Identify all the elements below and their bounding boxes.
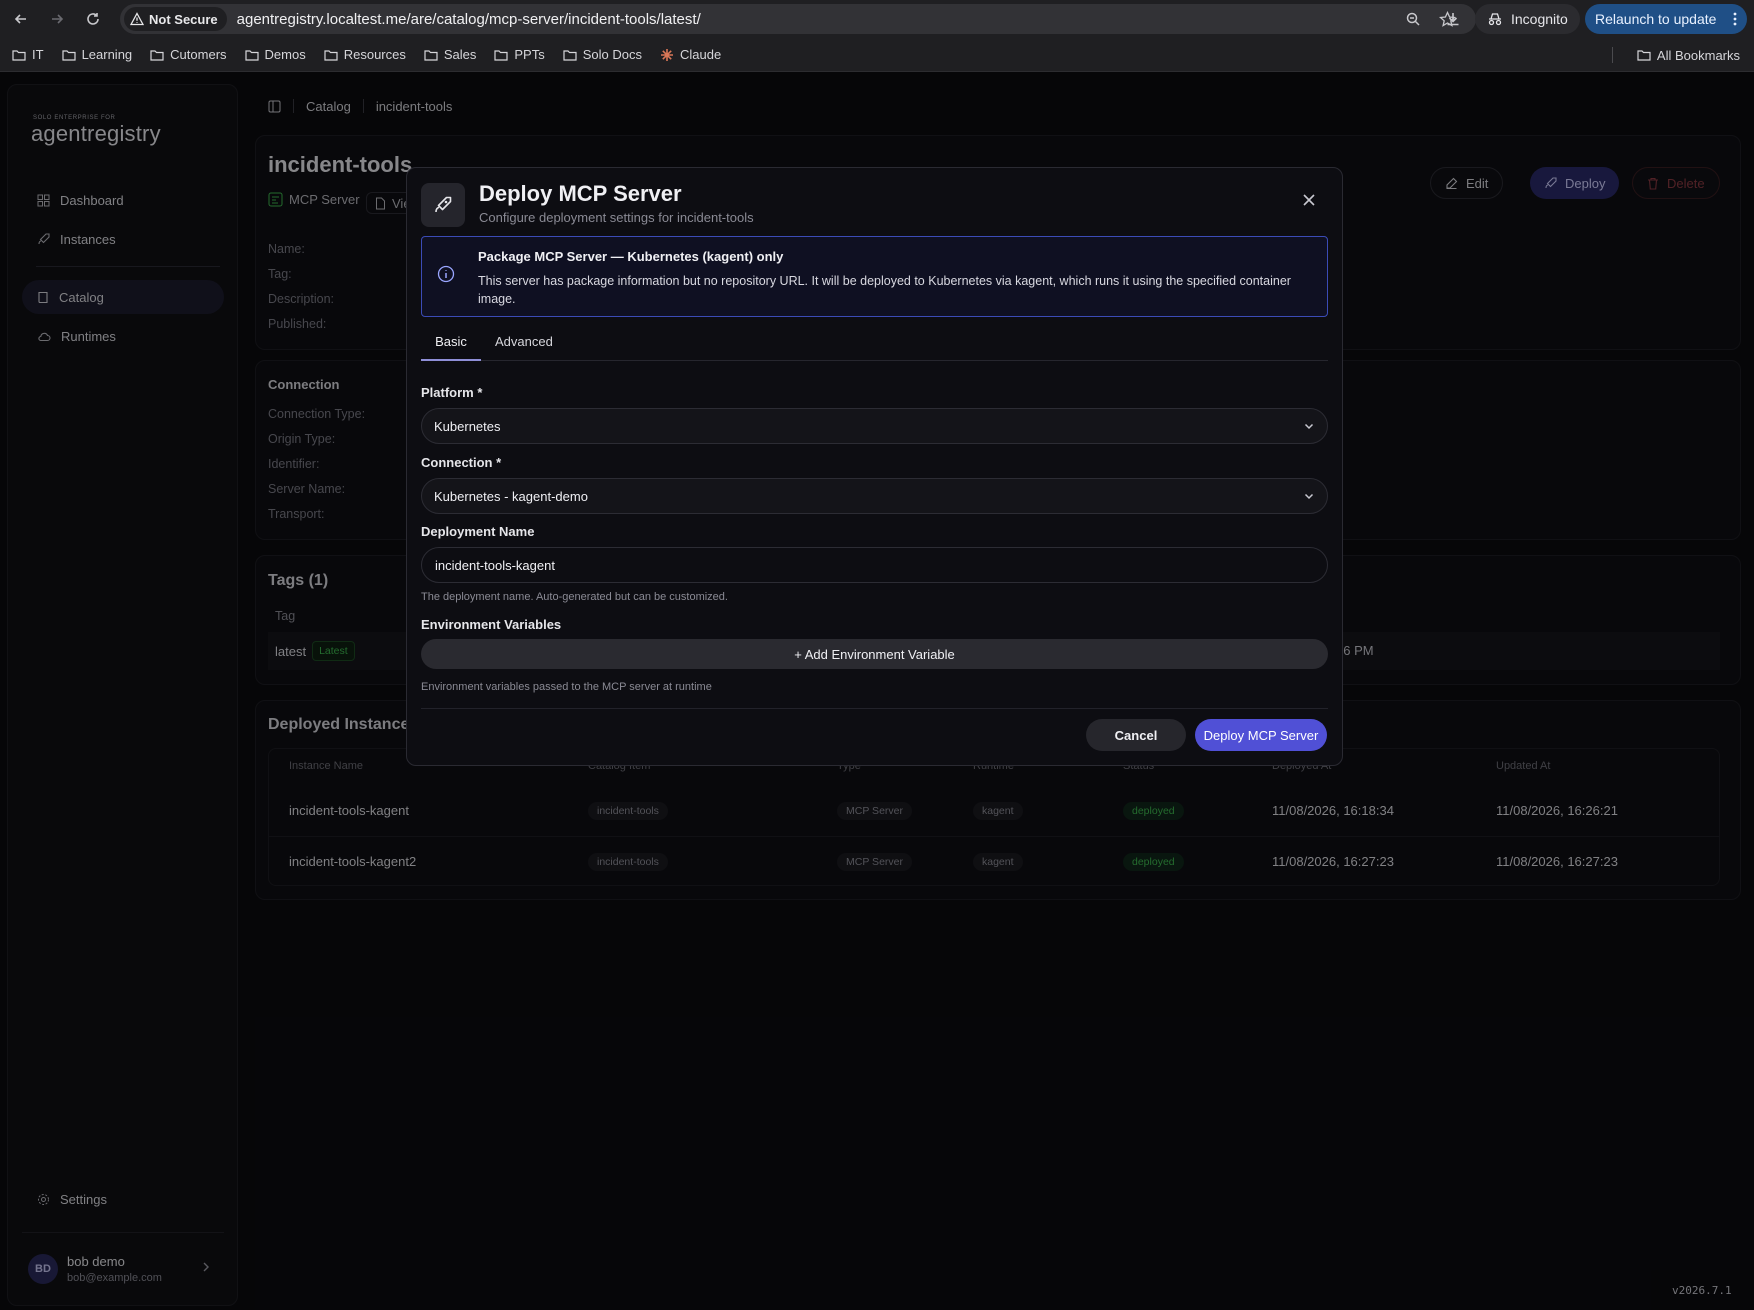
dialog-tabs: Basic Advanced bbox=[421, 330, 1328, 361]
security-chip[interactable]: Not Secure bbox=[124, 7, 227, 31]
address-bar[interactable]: Not Secure agentregistry.localtest.me/ar… bbox=[120, 4, 1476, 34]
platform-label: Platform * bbox=[421, 385, 483, 400]
bookmark-label: Resources bbox=[343, 47, 406, 62]
bookmark-label: PPTs bbox=[514, 47, 545, 62]
warning-icon bbox=[130, 12, 144, 26]
deployment-name-label: Deployment Name bbox=[421, 524, 535, 539]
bookmarks-bar: IT Learning Cutomers Demos Resources Sal… bbox=[0, 38, 1754, 72]
kebab-menu-icon[interactable] bbox=[1733, 12, 1737, 26]
relaunch-button[interactable]: Relaunch to update bbox=[1585, 4, 1747, 34]
folder-icon bbox=[494, 49, 508, 61]
platform-value: Kubernetes bbox=[434, 418, 501, 434]
bookmark-learning[interactable]: Learning bbox=[61, 47, 133, 62]
folder-icon bbox=[61, 49, 76, 61]
env-vars-label: Environment Variables bbox=[421, 617, 562, 632]
folder-icon bbox=[1637, 49, 1651, 61]
bookmark-label: Solo Docs bbox=[582, 47, 642, 62]
all-bookmarks-label: All Bookmarks bbox=[1656, 47, 1740, 63]
info-alert: Package MCP Server — Kubernetes (kagent)… bbox=[421, 236, 1328, 317]
bookmark-label: Learning bbox=[81, 47, 133, 62]
bookmark-ppts[interactable]: PPTs bbox=[494, 47, 545, 62]
bookmark-demos[interactable]: Demos bbox=[244, 47, 306, 62]
folder-icon bbox=[150, 49, 164, 61]
bookmark-label: IT bbox=[32, 47, 44, 62]
platform-select[interactable]: Kubernetes bbox=[421, 408, 1328, 444]
forward-icon[interactable] bbox=[42, 4, 72, 34]
bookmark-cutomers[interactable]: Cutomers bbox=[150, 47, 227, 62]
download-icon[interactable] bbox=[1438, 4, 1468, 34]
incognito-label: Incognito bbox=[1511, 11, 1568, 27]
deployment-name-value: incident-tools-kagent bbox=[435, 557, 555, 573]
add-env-var-button[interactable]: + Add Environment Variable bbox=[421, 639, 1328, 669]
env-vars-hint: Environment variables passed to the MCP … bbox=[421, 681, 712, 693]
folder-icon bbox=[424, 49, 438, 61]
incognito-icon bbox=[1487, 12, 1503, 26]
all-bookmarks[interactable]: All Bookmarks bbox=[1637, 38, 1740, 72]
deploy-dialog: Deploy MCP Server Configure deployment s… bbox=[406, 167, 1343, 766]
tab-basic[interactable]: Basic bbox=[421, 330, 481, 361]
rocket-icon bbox=[421, 183, 465, 227]
bookmark-label: Claude bbox=[679, 47, 722, 62]
dialog-footer-divider bbox=[421, 708, 1328, 709]
bookmark-label: Cutomers bbox=[170, 47, 227, 62]
deployment-name-input[interactable]: incident-tools-kagent bbox=[421, 547, 1328, 583]
chevron-down-icon bbox=[1303, 420, 1315, 432]
zoom-icon[interactable] bbox=[1405, 11, 1421, 27]
info-text: This server has package information but … bbox=[478, 274, 1291, 306]
cancel-button[interactable]: Cancel bbox=[1086, 719, 1186, 751]
back-icon[interactable] bbox=[6, 4, 36, 34]
folder-icon bbox=[324, 49, 338, 61]
url-text[interactable]: agentregistry.localtest.me/are/catalog/m… bbox=[237, 11, 701, 28]
chevron-down-icon bbox=[1303, 490, 1315, 502]
reload-icon[interactable] bbox=[78, 4, 108, 34]
bookmark-label: Demos bbox=[264, 47, 306, 62]
claude-logo-icon bbox=[660, 48, 674, 62]
dialog-title: Deploy MCP Server bbox=[479, 181, 682, 206]
folder-icon bbox=[244, 49, 259, 61]
folder-icon bbox=[563, 49, 577, 61]
connection-value: Kubernetes - kagent-demo bbox=[434, 488, 588, 504]
dialog-subtitle: Configure deployment settings for incide… bbox=[479, 210, 754, 225]
info-icon bbox=[437, 265, 455, 283]
bookmark-sales[interactable]: Sales bbox=[424, 47, 477, 62]
close-icon[interactable] bbox=[1303, 194, 1315, 206]
bookmark-resources[interactable]: Resources bbox=[324, 47, 406, 62]
info-title: Package MCP Server — Kubernetes (kagent)… bbox=[478, 249, 784, 264]
bookmark-it[interactable]: IT bbox=[12, 47, 44, 62]
incognito-indicator[interactable]: Incognito bbox=[1475, 4, 1580, 34]
relaunch-label: Relaunch to update bbox=[1595, 11, 1717, 27]
deployment-name-hint: The deployment name. Auto-generated but … bbox=[421, 591, 728, 603]
bookmark-label: Sales bbox=[443, 47, 477, 62]
bookmarks-divider bbox=[1612, 47, 1613, 63]
tab-advanced[interactable]: Advanced bbox=[495, 330, 553, 361]
bookmark-claude[interactable]: Claude bbox=[660, 47, 721, 62]
security-label: Not Secure bbox=[149, 11, 218, 27]
bookmark-solo-docs[interactable]: Solo Docs bbox=[563, 47, 642, 62]
deploy-mcp-server-button[interactable]: Deploy MCP Server bbox=[1195, 719, 1327, 751]
folder-icon bbox=[12, 49, 26, 61]
connection-select[interactable]: Kubernetes - kagent-demo bbox=[421, 478, 1328, 514]
connection-field-label: Connection * bbox=[421, 455, 502, 470]
